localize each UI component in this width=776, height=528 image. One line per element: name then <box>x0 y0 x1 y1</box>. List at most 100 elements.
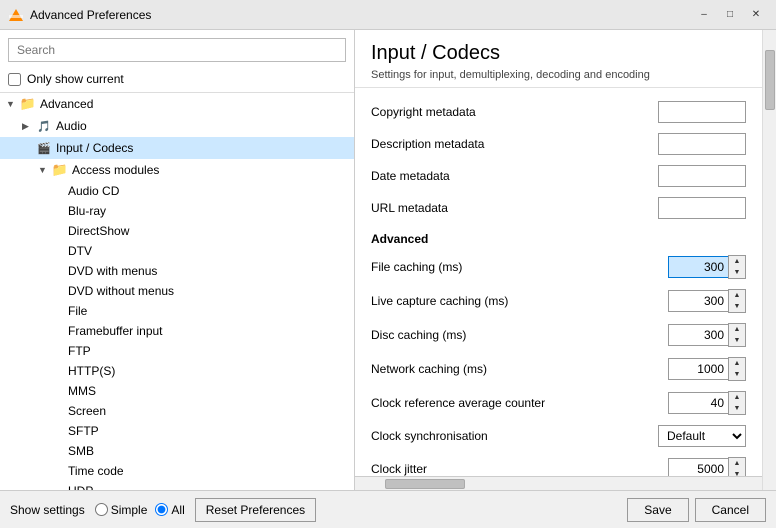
only-show-current-checkbox[interactable] <box>8 73 21 86</box>
spinner-down-button[interactable]: ▼ <box>729 267 745 278</box>
spinner-input: ▲▼ <box>668 323 746 347</box>
tree-item-mms[interactable]: MMS <box>0 381 354 401</box>
tree-container[interactable]: ▼📁Advanced▶🎵Audio🎬Input / Codecs▼📁Access… <box>0 92 354 490</box>
tree-item-advanced[interactable]: ▼📁 Advanced <box>0 93 354 115</box>
window-title: Advanced Preferences <box>30 8 151 22</box>
tree-item-input-codecs[interactable]: 🎬Input / Codecs <box>0 137 354 159</box>
spinner-up-button[interactable]: ▲ <box>729 458 745 469</box>
advanced-setting-row: Live capture caching (ms)▲▼ <box>371 284 746 318</box>
horizontal-scrollbar[interactable] <box>355 476 762 490</box>
tree-item-directshow[interactable]: DirectShow <box>0 221 354 241</box>
text-input[interactable] <box>658 101 746 123</box>
tree-item-blu-ray[interactable]: Blu-ray <box>0 201 354 221</box>
reset-preferences-button[interactable]: Reset Preferences <box>195 498 316 522</box>
bottom-left: Show settings Simple All Reset Preferenc… <box>10 498 316 522</box>
all-radio-label[interactable]: All <box>155 503 184 517</box>
search-input[interactable] <box>8 38 346 62</box>
only-show-current-row: Only show current <box>0 70 354 92</box>
tree-item-label: HTTP(S) <box>68 364 115 378</box>
spinner-buttons: ▲▼ <box>728 457 746 476</box>
setting-control: ▲▼ <box>668 255 746 279</box>
cancel-button[interactable]: Cancel <box>695 498 766 522</box>
setting-control <box>658 101 746 123</box>
setting-control: ▲▼ <box>668 289 746 313</box>
advanced-section-header: Advanced <box>371 224 746 250</box>
text-input[interactable] <box>658 133 746 155</box>
scrollbar-thumb[interactable] <box>765 50 775 110</box>
setting-control: ▲▼ <box>668 357 746 381</box>
tree-item-dtv[interactable]: DTV <box>0 241 354 261</box>
tree-icon-folder: 📁 <box>20 96 36 112</box>
simple-label: Simple <box>111 503 148 517</box>
tree-item-framebuffer-input[interactable]: Framebuffer input <box>0 321 354 341</box>
spinner-up-button[interactable]: ▲ <box>729 392 745 403</box>
tree-item-file[interactable]: File <box>0 301 354 321</box>
spinner-field[interactable] <box>668 290 728 312</box>
advanced-setting-row: Clock jitter ▲▼ <box>371 452 746 476</box>
show-settings-label: Show settings <box>10 503 85 517</box>
close-button[interactable]: ✕ <box>744 5 768 25</box>
spinner-down-button[interactable]: ▼ <box>729 335 745 346</box>
maximize-button[interactable]: □ <box>718 5 742 25</box>
select-input[interactable]: DefaultNoneAverage <box>658 425 746 447</box>
tree-item-dvd-without-menus[interactable]: DVD without menus <box>0 281 354 301</box>
settings-scroll[interactable]: Copyright metadataDescription metadataDa… <box>355 88 762 476</box>
radio-group: Simple All <box>95 503 185 517</box>
right-settings-area: Input / Codecs Settings for input, demul… <box>355 30 776 490</box>
tree-item-screen[interactable]: Screen <box>0 401 354 421</box>
tree-arrow-icon: ▼ <box>6 99 18 109</box>
simple-radio-label[interactable]: Simple <box>95 503 148 517</box>
spinner-up-button[interactable]: ▲ <box>729 324 745 335</box>
spinner-down-button[interactable]: ▼ <box>729 301 745 312</box>
tree-item-label: File <box>68 304 87 318</box>
setting-label: Clock jitter <box>371 462 668 476</box>
tree-item-audio[interactable]: ▶🎵Audio <box>0 115 354 137</box>
advanced-setting-row: Disc caching (ms)▲▼ <box>371 318 746 352</box>
all-radio[interactable] <box>155 503 168 516</box>
text-input[interactable] <box>658 165 746 187</box>
spinner-down-button[interactable]: ▼ <box>729 369 745 380</box>
tree-item-sftp[interactable]: SFTP <box>0 421 354 441</box>
spinner-field[interactable] <box>668 256 728 278</box>
setting-control: DefaultNoneAverage <box>658 425 746 447</box>
advanced-setting-row: Clock synchronisationDefaultNoneAverage <box>371 420 746 452</box>
save-button[interactable]: Save <box>627 498 688 522</box>
tree-item-time-code[interactable]: Time code <box>0 461 354 481</box>
right-panel: Input / Codecs Settings for input, demul… <box>355 30 762 490</box>
spinner-up-button[interactable]: ▲ <box>729 256 745 267</box>
spinner-input: ▲▼ <box>668 357 746 381</box>
minimize-button[interactable]: – <box>692 5 716 25</box>
all-label: All <box>171 503 184 517</box>
tree-item-label: Advanced <box>40 97 93 111</box>
spinner-field[interactable] <box>668 324 728 346</box>
spinner-field[interactable] <box>668 458 728 476</box>
h-scrollbar-thumb[interactable] <box>385 479 465 489</box>
setting-label: Description metadata <box>371 137 658 151</box>
tree-item-label: SMB <box>68 444 94 458</box>
simple-radio[interactable] <box>95 503 108 516</box>
spinner-up-button[interactable]: ▲ <box>729 358 745 369</box>
text-input[interactable] <box>658 197 746 219</box>
tree-item-udp[interactable]: UDP <box>0 481 354 490</box>
spinner-buttons: ▲▼ <box>728 323 746 347</box>
tree-item-label: MMS <box>68 384 96 398</box>
tree-arrow-icon: ▼ <box>38 165 50 175</box>
tree-item-label: Blu-ray <box>68 204 106 218</box>
spinner-up-button[interactable]: ▲ <box>729 290 745 301</box>
tree-item-https[interactable]: HTTP(S) <box>0 361 354 381</box>
setting-label: URL metadata <box>371 201 658 215</box>
tree-item-access-modules[interactable]: ▼📁Access modules <box>0 159 354 181</box>
tree-item-smb[interactable]: SMB <box>0 441 354 461</box>
tree-item-ftp[interactable]: FTP <box>0 341 354 361</box>
spinner-field[interactable] <box>668 392 728 414</box>
spinner-field[interactable] <box>668 358 728 380</box>
spinner-down-button[interactable]: ▼ <box>729 403 745 414</box>
setting-row: Date metadata <box>371 160 746 192</box>
tree-item-audio-cd[interactable]: Audio CD <box>0 181 354 201</box>
tree-item-dvd-with-menus[interactable]: DVD with menus <box>0 261 354 281</box>
setting-control: ▲▼ <box>668 457 746 476</box>
advanced-setting-row: Clock reference average counter▲▼ <box>371 386 746 420</box>
spinner-down-button[interactable]: ▼ <box>729 469 745 476</box>
window-controls: – □ ✕ <box>692 5 768 25</box>
right-scrollbar[interactable] <box>762 30 776 490</box>
